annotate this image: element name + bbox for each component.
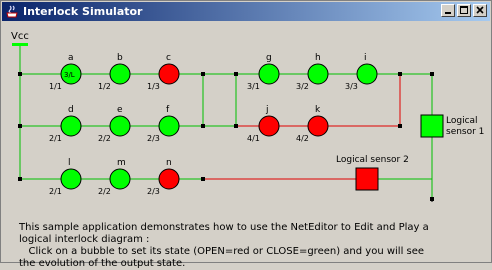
logical-sensor-1-label-line2: sensor 1	[446, 127, 484, 137]
bubble-a[interactable]: a 1/13/L	[49, 53, 82, 91]
junction-node	[201, 72, 205, 76]
bubble-i-circle[interactable]	[356, 63, 378, 85]
bubble-d-circle[interactable]	[60, 115, 82, 137]
bubble-l-circle[interactable]	[60, 168, 82, 190]
bubble-n[interactable]: n 2/3	[147, 158, 180, 196]
description-line-2: logical interlock diagram :	[19, 234, 150, 245]
bubble-g-index: 3/1	[247, 82, 260, 91]
bubble-a-index: 1/1	[49, 82, 62, 91]
bubble-a-label: 3/L	[64, 71, 75, 79]
bubble-n-name: n	[166, 158, 172, 168]
bubble-h-circle[interactable]	[307, 63, 329, 85]
vcc-label: Vcc	[11, 31, 29, 42]
minimize-button[interactable]	[441, 4, 455, 17]
bubble-c-circle[interactable]	[158, 63, 180, 85]
description-line-4: the evolution of the output state.	[19, 258, 186, 269]
java-cup-icon	[6, 5, 18, 17]
maximize-icon	[460, 6, 468, 14]
app-window: Interlock Simulator Vcc a 1/1 3/L b 1/2 c 1/3 g…	[0, 0, 492, 269]
bubble-i-name: i	[364, 53, 367, 63]
bubble-e-index: 2/2	[98, 134, 111, 143]
bubble-f[interactable]: f 2/3	[147, 105, 180, 143]
bubble-f-name: f	[166, 105, 170, 115]
bubble-l-name: l	[68, 158, 71, 168]
bubble-j[interactable]: j 4/1	[247, 105, 280, 143]
bubble-i[interactable]: i 3/3	[345, 53, 378, 91]
diagram-canvas: Vcc a 1/1 3/L b 1/2 c 1/3 g 3/1 h 3/2 i 3/3 d 2/1 e 2/2 f…	[2, 22, 490, 269]
logical-sensor-2-label: Logical sensor 2	[336, 155, 409, 165]
junction-node	[18, 124, 22, 128]
bubble-c-name: c	[166, 53, 171, 63]
bubble-k[interactable]: k 4/2	[296, 105, 329, 143]
bubble-i-index: 3/3	[345, 82, 358, 91]
bubble-j-name: j	[265, 105, 269, 115]
bubble-c-index: 1/3	[147, 82, 160, 91]
bubble-j-index: 4/1	[247, 134, 260, 143]
bubble-g[interactable]: g 3/1	[247, 53, 280, 91]
bubble-b-index: 1/2	[98, 82, 111, 91]
bubble-e-circle[interactable]	[109, 115, 131, 137]
title-bar[interactable]: Interlock Simulator	[2, 2, 490, 21]
bubble-d-name: d	[68, 105, 74, 115]
maximize-button[interactable]	[457, 4, 471, 17]
bubble-a-name: a	[68, 53, 74, 63]
junction-node	[234, 72, 238, 76]
bubble-h-index: 3/2	[296, 82, 309, 91]
vcc-terminal	[12, 43, 28, 46]
bubble-n-circle[interactable]	[158, 168, 180, 190]
window-title: Interlock Simulator	[23, 5, 143, 18]
bubble-j-circle[interactable]	[258, 115, 280, 137]
bubble-f-index: 2/3	[147, 134, 160, 143]
bubble-b[interactable]: b 1/2	[98, 53, 131, 91]
junction-node	[398, 72, 402, 76]
junction-node	[18, 72, 22, 76]
minimize-icon	[445, 12, 451, 14]
bubble-h-name: h	[315, 53, 321, 63]
junction-node	[201, 124, 205, 128]
bubble-c[interactable]: c 1/3	[147, 53, 180, 91]
description-line-3: Click on a bubble to set its state (OPEN…	[19, 246, 425, 257]
bubble-b-name: b	[117, 53, 123, 63]
close-button[interactable]	[473, 4, 487, 17]
logical-sensor-1	[420, 114, 444, 138]
close-icon	[476, 6, 484, 14]
junction-node	[234, 124, 238, 128]
junction-node	[430, 72, 434, 76]
description-line-1: This sample application demonstrates how…	[19, 222, 429, 233]
interlock-diagram: Vcc a 1/13/L b 1/2 c 1/3 g 3/1 h 3/2 i 3/3 d 2/1 e 2/2 f…	[11, 31, 484, 213]
logical-sensor-1-label-line1: Logical	[446, 116, 478, 126]
bubble-m-name: m	[117, 158, 126, 168]
bubble-d-index: 2/1	[49, 134, 62, 143]
bubble-f-circle[interactable]	[158, 115, 180, 137]
window-controls	[439, 4, 487, 17]
bubble-m[interactable]: m 2/2	[98, 158, 131, 196]
bubble-d[interactable]: d 2/1	[49, 105, 82, 143]
bubble-b-circle[interactable]	[109, 63, 131, 85]
bubble-l-index: 2/1	[49, 187, 62, 196]
logical-sensor-2	[355, 167, 379, 191]
bubble-m-circle[interactable]	[109, 168, 131, 190]
bubble-m-index: 2/2	[98, 187, 111, 196]
bubble-e[interactable]: e 2/2	[98, 105, 131, 143]
bubble-k-circle[interactable]	[307, 115, 329, 137]
bubble-l[interactable]: l 2/1	[49, 158, 82, 196]
junction-node	[18, 177, 22, 181]
bubble-g-name: g	[266, 53, 272, 63]
bubble-h[interactable]: h 3/2	[296, 53, 329, 91]
bubble-e-name: e	[117, 105, 123, 115]
bubble-k-name: k	[315, 105, 321, 115]
bubble-n-index: 2/3	[147, 187, 160, 196]
bubble-g-circle[interactable]	[258, 63, 280, 85]
junction-node	[398, 124, 402, 128]
bubble-k-index: 4/2	[296, 134, 309, 143]
junction-node	[201, 177, 205, 181]
